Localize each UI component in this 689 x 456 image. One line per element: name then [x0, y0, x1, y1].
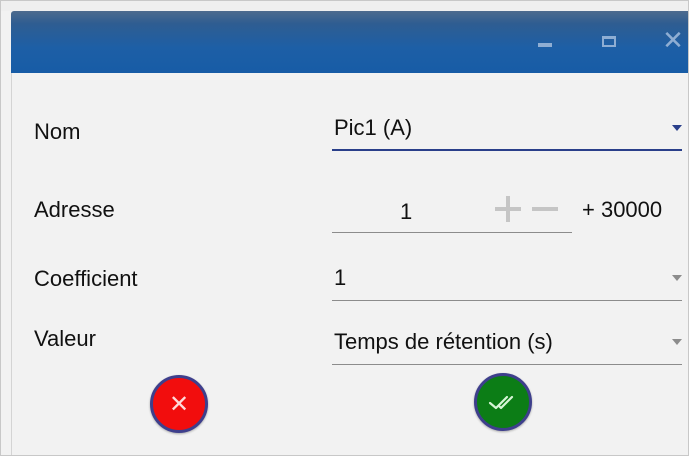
nom-value: Pic1 (A)	[334, 115, 413, 140]
minus-icon[interactable]	[529, 193, 561, 225]
chevron-down-icon[interactable]	[672, 125, 682, 131]
maximize-glyph	[602, 35, 616, 47]
close-icon: ✕	[168, 390, 190, 418]
coefficient-value: 1	[334, 265, 347, 290]
coefficient-dropdown[interactable]: 1	[332, 261, 682, 301]
ok-button[interactable]	[474, 373, 532, 431]
minus-bar	[532, 207, 558, 211]
nom-label: Nom	[34, 119, 81, 144]
plus-icon[interactable]	[492, 193, 524, 225]
window-top-edge	[1, 1, 688, 11]
minimize-icon[interactable]	[531, 29, 559, 53]
nom-dropdown[interactable]: Pic1 (A)	[332, 111, 682, 151]
dialog-window: ✕ Nom Pic1 (A) Adresse 1 + 30000 Coeffic…	[0, 0, 689, 456]
form-panel: Nom Pic1 (A) Adresse 1 + 30000 Coefficie…	[11, 73, 688, 455]
adresse-value[interactable]: 1	[400, 199, 412, 225]
adresse-label: Adresse	[34, 197, 115, 222]
valeur-label: Valeur	[34, 326, 96, 351]
double-check-icon	[488, 395, 514, 410]
minimize-glyph	[538, 43, 552, 47]
maximize-icon[interactable]	[595, 29, 623, 53]
coefficient-label: Coefficient	[34, 266, 138, 291]
cancel-button[interactable]: ✕	[150, 375, 208, 433]
valeur-value: Temps de rétention (s)	[334, 329, 553, 354]
close-glyph: ✕	[662, 26, 684, 56]
valeur-dropdown[interactable]: Temps de rétention (s)	[332, 325, 682, 365]
chevron-down-icon[interactable]	[672, 339, 682, 345]
close-icon[interactable]: ✕	[659, 26, 687, 56]
adresse-offset: + 30000	[582, 197, 663, 222]
plus-vertical-bar	[506, 196, 510, 222]
title-bar[interactable]: ✕	[11, 11, 688, 73]
adresse-stepper[interactable]: 1	[332, 191, 572, 233]
chevron-down-icon[interactable]	[672, 275, 682, 281]
